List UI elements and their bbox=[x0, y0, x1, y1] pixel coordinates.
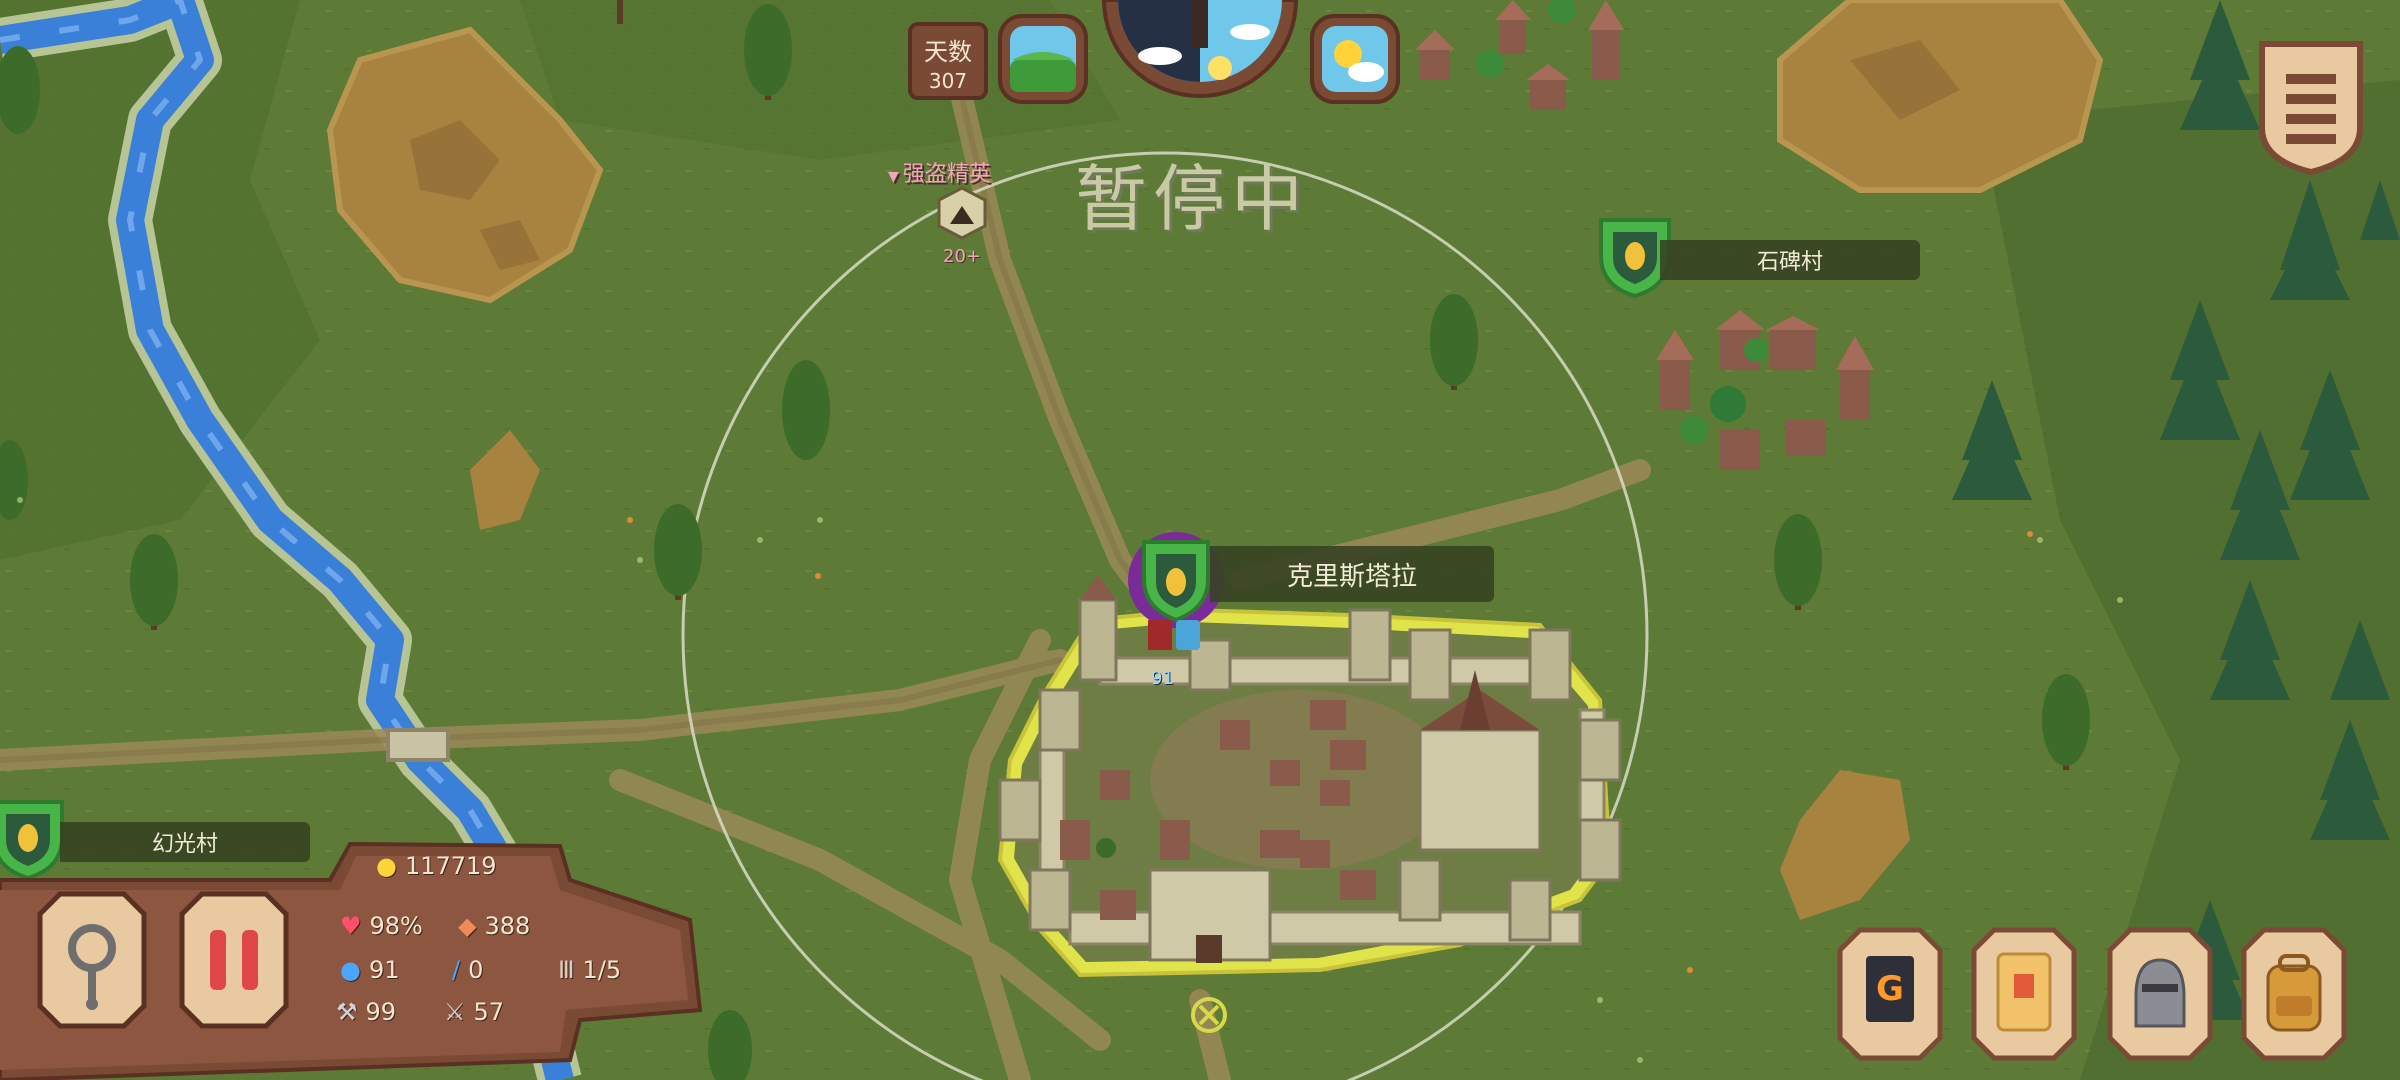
red-banner-icon bbox=[1148, 620, 1172, 650]
enemy-level: 20+ bbox=[943, 246, 981, 267]
sword-icon: / bbox=[452, 956, 461, 984]
knight-helmet-icon bbox=[2134, 958, 2186, 1028]
svg-text:G: G bbox=[1876, 969, 1904, 1009]
magnifier-button[interactable] bbox=[36, 890, 148, 1030]
stele-village-label[interactable]: 石碑村 bbox=[1660, 240, 1920, 280]
day-counter: 天数 307 bbox=[908, 22, 988, 100]
coin-icon: ● bbox=[376, 852, 397, 880]
inventory-button[interactable] bbox=[2240, 926, 2348, 1062]
army-count: 91 bbox=[1151, 668, 1174, 689]
menu-icon[interactable] bbox=[2256, 38, 2366, 178]
blue-flag-icon bbox=[1176, 620, 1200, 650]
food-stat: ◆ 388 bbox=[458, 912, 531, 940]
castle-name-label[interactable]: 克里斯塔拉 bbox=[1210, 546, 1494, 602]
weapons-stat: ⚔ 57 bbox=[444, 998, 505, 1026]
heart-icon: ♥ bbox=[340, 912, 362, 940]
person-icon: ● bbox=[340, 956, 361, 984]
bridge bbox=[386, 728, 450, 762]
enemy-name-label: ▼ 强盗精英 bbox=[888, 162, 991, 187]
army-banner[interactable] bbox=[1144, 620, 1204, 660]
gold-stat: ● 117719 bbox=[376, 852, 497, 880]
rank-icon: Ⅲ bbox=[558, 956, 575, 984]
codex-button[interactable]: G bbox=[1836, 926, 1944, 1062]
castle-kristala bbox=[997, 575, 1622, 978]
flag-icon: ▼ bbox=[888, 169, 899, 185]
day-night-dial bbox=[1101, 0, 1299, 98]
health-stat: ♥ 98% bbox=[340, 912, 423, 940]
paused-indicator: 暂停中 bbox=[1075, 157, 1310, 241]
hero-button[interactable] bbox=[2106, 926, 2214, 1062]
backpack-icon bbox=[2266, 954, 2322, 1032]
grass-weather-icon bbox=[998, 14, 1088, 104]
population-stat: ● 91 bbox=[340, 956, 400, 984]
soldiers-stat: /0 bbox=[452, 956, 484, 984]
pause-button[interactable] bbox=[178, 890, 290, 1030]
day-value: 307 bbox=[928, 69, 968, 93]
sunny-cloud-icon bbox=[1310, 14, 1400, 104]
day-label: 天数 bbox=[924, 38, 972, 66]
meat-icon: ◆ bbox=[458, 912, 477, 940]
weapon-icon: ⚔ bbox=[444, 998, 466, 1026]
bandit-camp-icon[interactable] bbox=[935, 186, 989, 240]
hammer-icon: ⚒ bbox=[336, 998, 358, 1026]
tools-stat: ⚒ 99 bbox=[336, 998, 397, 1026]
quest-button[interactable] bbox=[1970, 926, 2078, 1062]
ranks-stat: Ⅲ 1/5 bbox=[558, 956, 622, 984]
